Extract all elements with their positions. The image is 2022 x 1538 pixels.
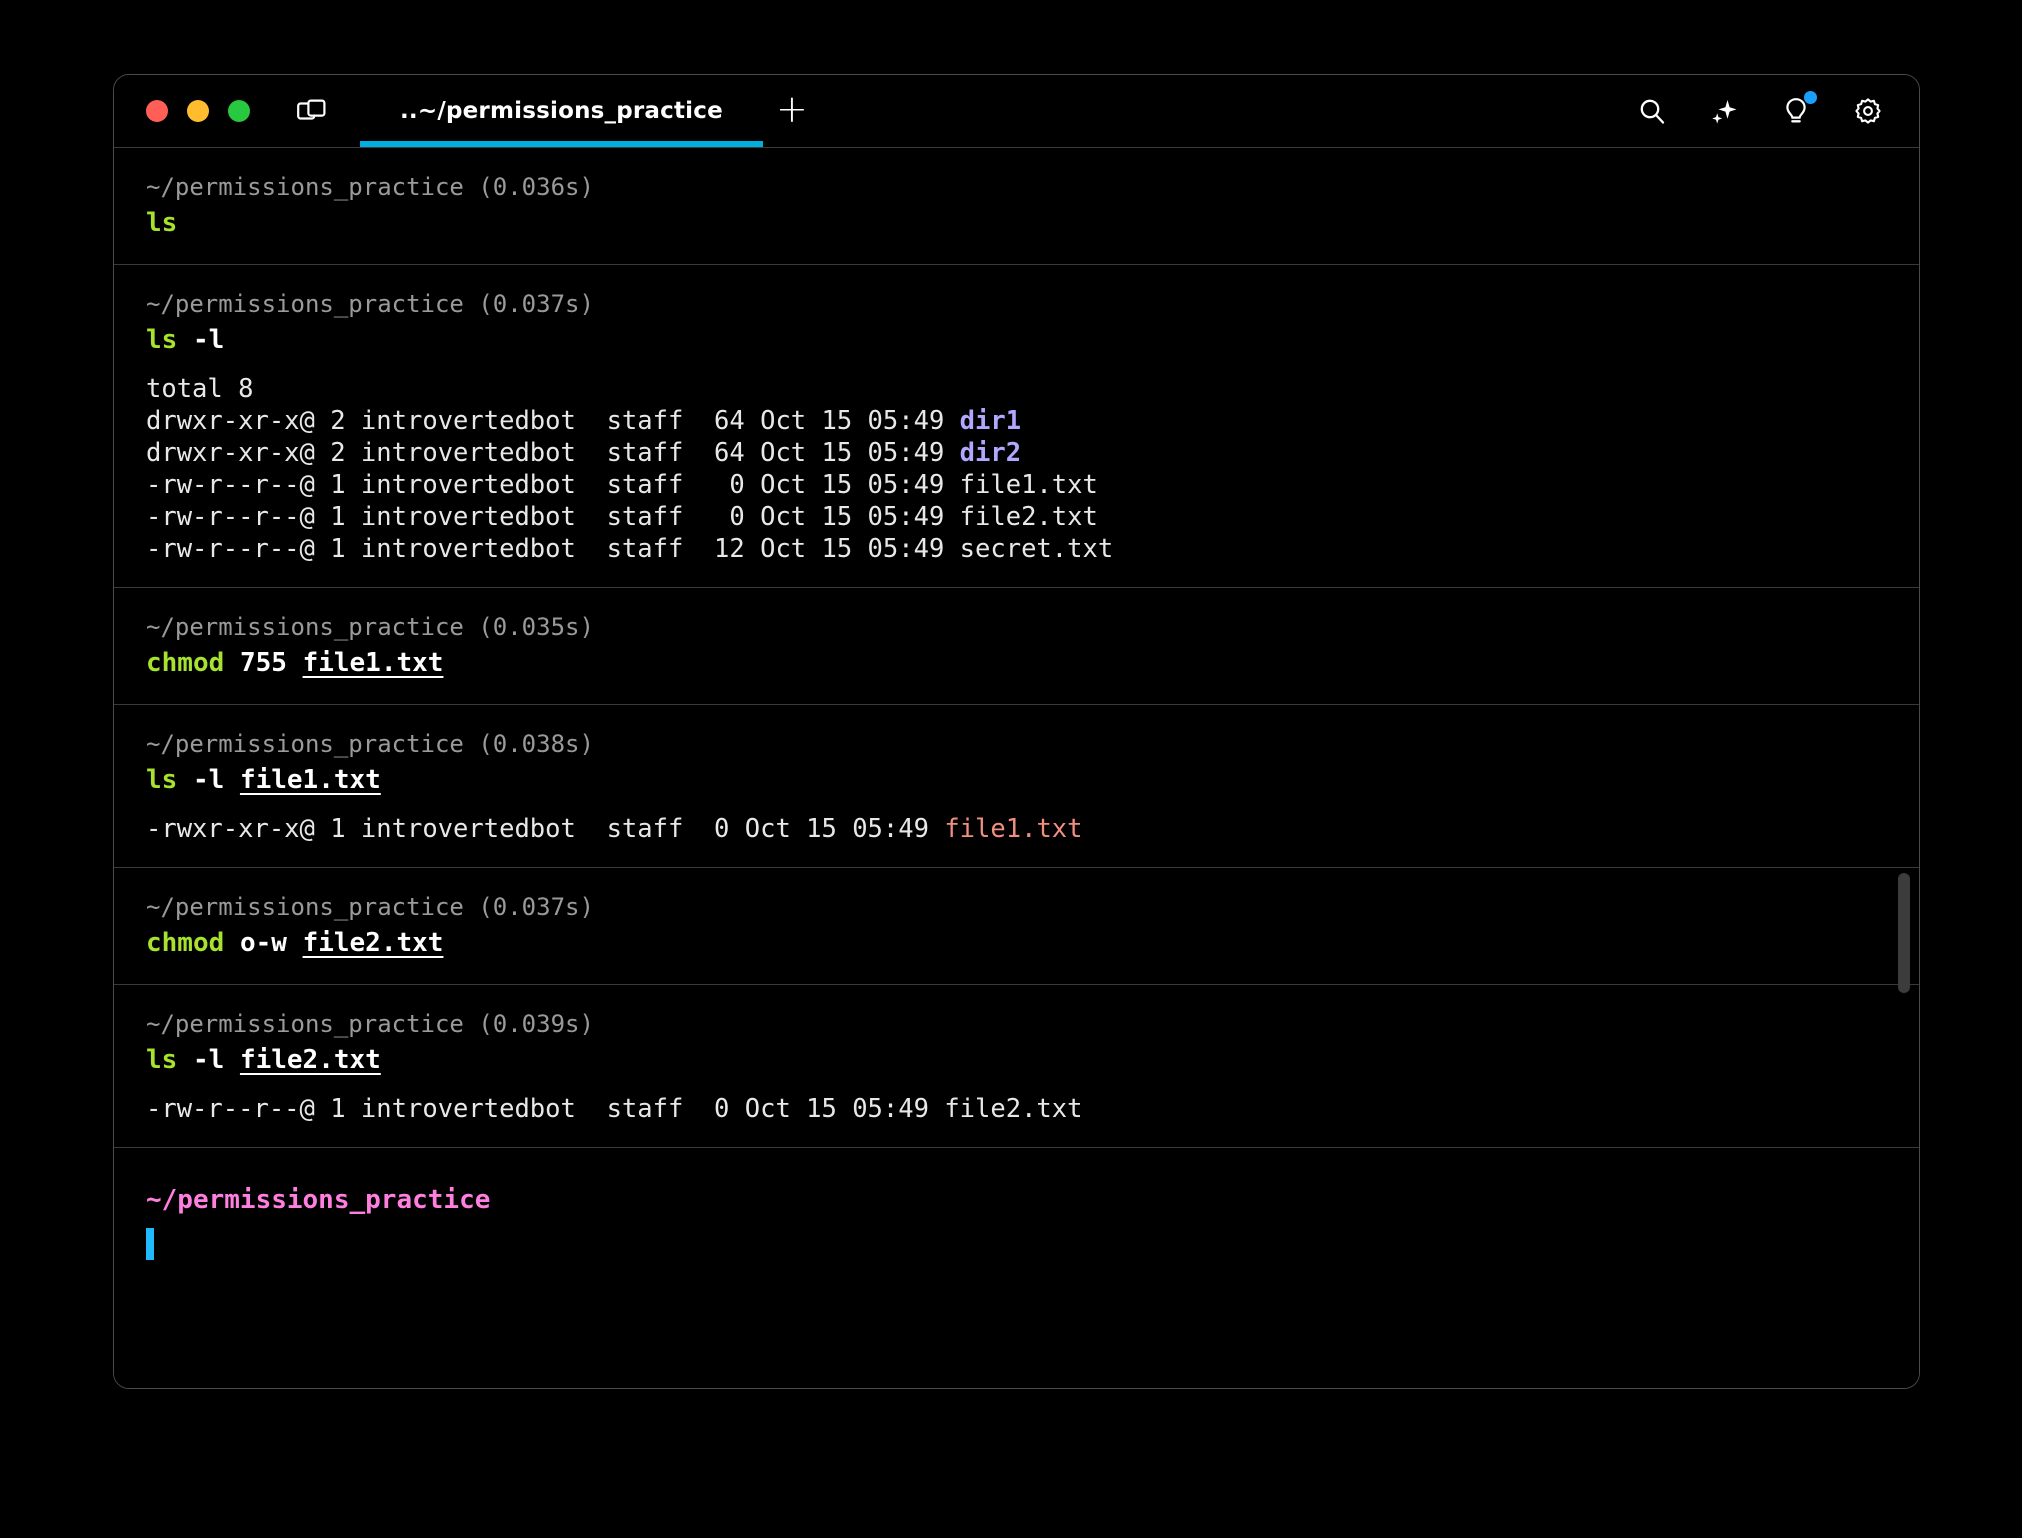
tab-strip: ..~/permissions_practice + <box>360 75 821 147</box>
command-meta: ~/permissions_practice (0.037s) <box>114 890 1919 924</box>
output-line: -rw-r--r--@ 1 introvertedbot staff 0 Oct… <box>114 1093 1919 1125</box>
active-prompt-block: ~/permissions_practice <box>114 1148 1919 1260</box>
directory-name: dir2 <box>960 438 1021 468</box>
window-controls <box>146 100 250 122</box>
command-name: ls <box>146 765 177 795</box>
output-text: -rwxr-xr-x@ 1 introvertedbot staff 0 Oct… <box>146 814 1083 844</box>
output-line: -rw-r--r--@ 1 introvertedbot staff 0 Oct… <box>114 469 1919 501</box>
command-line: chmod 755 file1.txt <box>114 644 1919 682</box>
desktop-background: ..~/permissions_practice + <box>0 0 2022 1538</box>
output-text: drwxr-xr-x@ 2 introvertedbot staff 64 Oc… <box>146 406 1021 436</box>
command-meta: ~/permissions_practice (0.038s) <box>114 727 1919 761</box>
terminal-output-area[interactable]: ~/permissions_practice (0.036s) ls ~/per… <box>114 148 1919 1388</box>
split-pane-icon[interactable] <box>294 94 328 128</box>
command-name: chmod <box>146 648 224 678</box>
gear-icon[interactable] <box>1851 94 1885 128</box>
output-line: -rwxr-xr-x@ 1 introvertedbot staff 0 Oct… <box>114 813 1919 845</box>
command-block: ~/permissions_practice (0.039s) ls -l fi… <box>114 985 1919 1148</box>
command-name: chmod <box>146 928 224 958</box>
search-icon[interactable] <box>1635 94 1669 128</box>
command-args: o-w <box>240 928 287 958</box>
lightbulb-icon[interactable] <box>1779 94 1813 128</box>
toolbar-actions <box>1635 94 1893 128</box>
command-file-arg[interactable]: file1.txt <box>240 765 381 795</box>
output-line: -rw-r--r--@ 1 introvertedbot staff 12 Oc… <box>114 533 1919 565</box>
tab-permissions-practice[interactable]: ..~/permissions_practice <box>360 75 763 147</box>
command-file-arg[interactable]: file1.txt <box>303 648 444 678</box>
command-name: ls <box>146 1045 177 1075</box>
command-line: chmod o-w file2.txt <box>114 924 1919 962</box>
minimize-window-button[interactable] <box>187 100 209 122</box>
command-args: -l <box>193 1045 224 1075</box>
command-meta: ~/permissions_practice (0.036s) <box>114 170 1919 204</box>
output-line: drwxr-xr-x@ 2 introvertedbot staff 64 Oc… <box>114 437 1919 469</box>
vertical-scrollbar[interactable] <box>1898 148 1910 1388</box>
executable-file-name: file1.txt <box>944 814 1082 844</box>
output-line: -rw-r--r--@ 1 introvertedbot staff 0 Oct… <box>114 501 1919 533</box>
command-meta: ~/permissions_practice (0.035s) <box>114 610 1919 644</box>
terminal-window: ..~/permissions_practice + <box>113 74 1920 1389</box>
command-args: -l <box>193 325 224 355</box>
scrollbar-thumb[interactable] <box>1898 873 1910 993</box>
command-input[interactable] <box>114 1218 1919 1260</box>
close-window-button[interactable] <box>146 100 168 122</box>
command-line: ls -l file2.txt <box>114 1041 1919 1079</box>
command-args: -l <box>193 765 224 795</box>
output-text: drwxr-xr-x@ 2 introvertedbot staff 64 Oc… <box>146 438 1021 468</box>
output-line: drwxr-xr-x@ 2 introvertedbot staff 64 Oc… <box>114 405 1919 437</box>
command-meta: ~/permissions_practice (0.037s) <box>114 287 1919 321</box>
output-line: total 8 <box>114 373 1919 405</box>
lightbulb-badge <box>1804 91 1817 104</box>
command-file-arg[interactable]: file2.txt <box>303 928 444 958</box>
command-args: 755 <box>240 648 287 678</box>
command-line: ls <box>114 204 1919 242</box>
title-bar: ..~/permissions_practice + <box>114 75 1919 148</box>
command-block: ~/permissions_practice (0.035s) chmod 75… <box>114 588 1919 705</box>
command-block: ~/permissions_practice (0.036s) ls <box>114 148 1919 265</box>
command-block: ~/permissions_practice (0.037s) ls -l to… <box>114 265 1919 588</box>
new-tab-label: + <box>776 90 808 128</box>
command-line: ls -l <box>114 321 1919 359</box>
prompt-path: ~/permissions_practice <box>114 1182 1919 1218</box>
command-meta: ~/permissions_practice (0.039s) <box>114 1007 1919 1041</box>
sparkles-icon[interactable] <box>1707 94 1741 128</box>
command-block: ~/permissions_practice (0.037s) chmod o-… <box>114 868 1919 985</box>
command-line: ls -l file1.txt <box>114 761 1919 799</box>
new-tab-button[interactable]: + <box>763 75 821 147</box>
command-name: ls <box>146 208 177 238</box>
tab-label: ..~/permissions_practice <box>400 98 723 124</box>
command-name: ls <box>146 325 177 355</box>
command-file-arg[interactable]: file2.txt <box>240 1045 381 1075</box>
text-cursor <box>146 1228 154 1260</box>
maximize-window-button[interactable] <box>228 100 250 122</box>
directory-name: dir1 <box>960 406 1021 436</box>
command-block: ~/permissions_practice (0.038s) ls -l fi… <box>114 705 1919 868</box>
